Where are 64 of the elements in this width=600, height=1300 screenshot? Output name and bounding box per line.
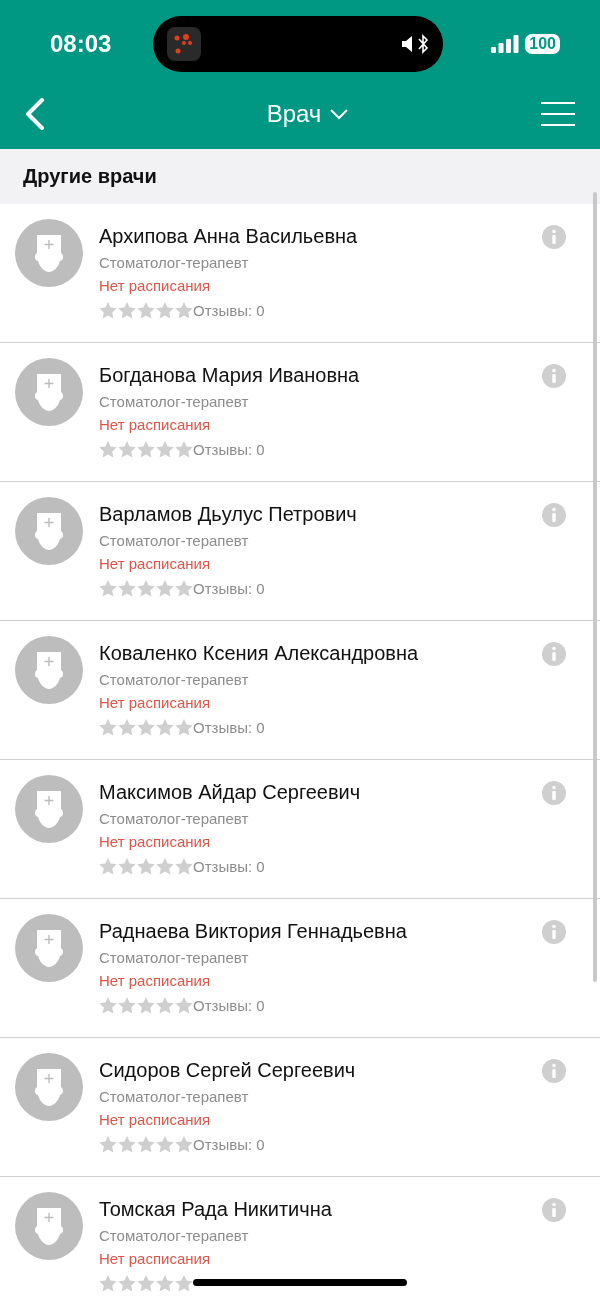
doctor-name: Архипова Анна Васильевна — [99, 224, 359, 249]
doctor-list-item[interactable]: Варламов Дьулус Петрович Стоматолог-терапевт Нет расписания Отзывы: 0 — [0, 482, 600, 621]
doctor-specialty: Стоматолог-терапевт — [99, 253, 250, 273]
reviews-count: Отзывы: 0 — [193, 1136, 265, 1153]
avatar-icon — [15, 1053, 83, 1121]
schedule-status: Нет расписания — [99, 554, 212, 574]
doctor-specialty: Стоматолог-терапевт — [99, 670, 250, 690]
avatar-icon — [15, 775, 83, 843]
doctor-name: Богданова Мария Ивановна — [99, 363, 361, 388]
doctor-list-item[interactable]: Максимов Айдар Сергеевич Стоматолог-терапевт Нет расписания Отзывы: 0 — [0, 760, 600, 899]
doctor-specialty: Стоматолог-терапевт — [99, 392, 250, 412]
doctor-name: Коваленко Ксения Александровна — [99, 641, 420, 666]
mute-bluetooth-icon — [401, 33, 431, 55]
doctor-list-item[interactable]: Сидоров Сергей Сергеевич Стоматолог-терапевт Нет расписания Отзывы: 0 — [0, 1038, 600, 1177]
schedule-status: Нет расписания — [99, 971, 212, 991]
info-icon[interactable] — [542, 225, 566, 249]
battery-level: 100 — [525, 34, 560, 54]
reviews-count: Отзывы: 0 — [193, 997, 265, 1014]
avatar-icon — [15, 219, 83, 287]
doctor-name: Томская Рада Никитична — [99, 1197, 333, 1222]
section-title: Другие врачи — [23, 165, 157, 188]
doctor-name: Максимов Айдар Сергеевич — [99, 780, 362, 805]
reviews-count: Отзывы: 0 — [193, 858, 265, 875]
doctor-list-item[interactable]: Коваленко Ксения Александровна Стоматолог-терапевт Нет расписания Отзывы: 0 — [0, 621, 600, 760]
info-icon[interactable] — [542, 503, 566, 527]
signal-icon — [491, 35, 520, 53]
avatar-icon — [15, 358, 83, 426]
doctor-specialty: Стоматолог-терапевт — [99, 1226, 250, 1246]
back-button[interactable] — [24, 96, 46, 131]
schedule-status: Нет расписания — [99, 415, 212, 435]
doctor-name: Варламов Дьулус Петрович — [99, 502, 358, 527]
doctor-list-item[interactable]: Раднаева Виктория Геннадьевна Стоматолог-терапевт Нет расписания Отзывы: 0 — [0, 899, 600, 1038]
schedule-status: Нет расписания — [99, 832, 212, 852]
avatar-icon — [15, 914, 83, 982]
title-dropdown[interactable]: Врач — [266, 99, 350, 128]
doctor-specialty: Стоматолог-терапевт — [99, 809, 250, 829]
doctor-list-item[interactable]: Богданова Мария Ивановна Стоматолог-терапевт Нет расписания Отзывы: 0 — [0, 343, 600, 482]
reviews-count: Отзывы: 0 — [193, 580, 265, 597]
doctor-list-item[interactable]: Архипова Анна Васильевна Стоматолог-терапевт Нет расписания Отзывы: 0 — [0, 204, 600, 343]
schedule-status: Нет расписания — [99, 1249, 212, 1269]
reviews-count: Отзывы: 0 — [193, 719, 265, 736]
schedule-status: Нет расписания — [99, 1110, 212, 1130]
menu-button[interactable] — [540, 100, 576, 127]
doctor-specialty: Стоматолог-терапевт — [99, 531, 250, 551]
reviews-count: Отзывы: 0 — [193, 441, 265, 458]
reviews-count: Отзывы: 0 — [193, 302, 265, 319]
info-icon[interactable] — [542, 1059, 566, 1083]
avatar-icon — [15, 497, 83, 565]
info-icon[interactable] — [542, 781, 566, 805]
doctor-specialty: Стоматолог-терапевт — [99, 948, 250, 968]
status-time: 08:03 — [50, 30, 113, 58]
app-icon — [167, 27, 201, 61]
avatar-icon — [15, 1192, 83, 1260]
schedule-status: Нет расписания — [99, 276, 212, 296]
info-icon[interactable] — [542, 364, 566, 388]
avatar-icon — [15, 636, 83, 704]
info-icon[interactable] — [542, 1198, 566, 1222]
doctor-name: Раднаева Виктория Геннадьевна — [99, 919, 408, 944]
schedule-status: Нет расписания — [99, 693, 212, 713]
doctor-name: Сидоров Сергей Сергеевич — [99, 1058, 357, 1083]
doctor-specialty: Стоматолог-терапевт — [99, 1087, 250, 1107]
caret-icon — [329, 107, 350, 120]
info-icon[interactable] — [542, 642, 566, 666]
info-icon[interactable] — [542, 920, 566, 944]
